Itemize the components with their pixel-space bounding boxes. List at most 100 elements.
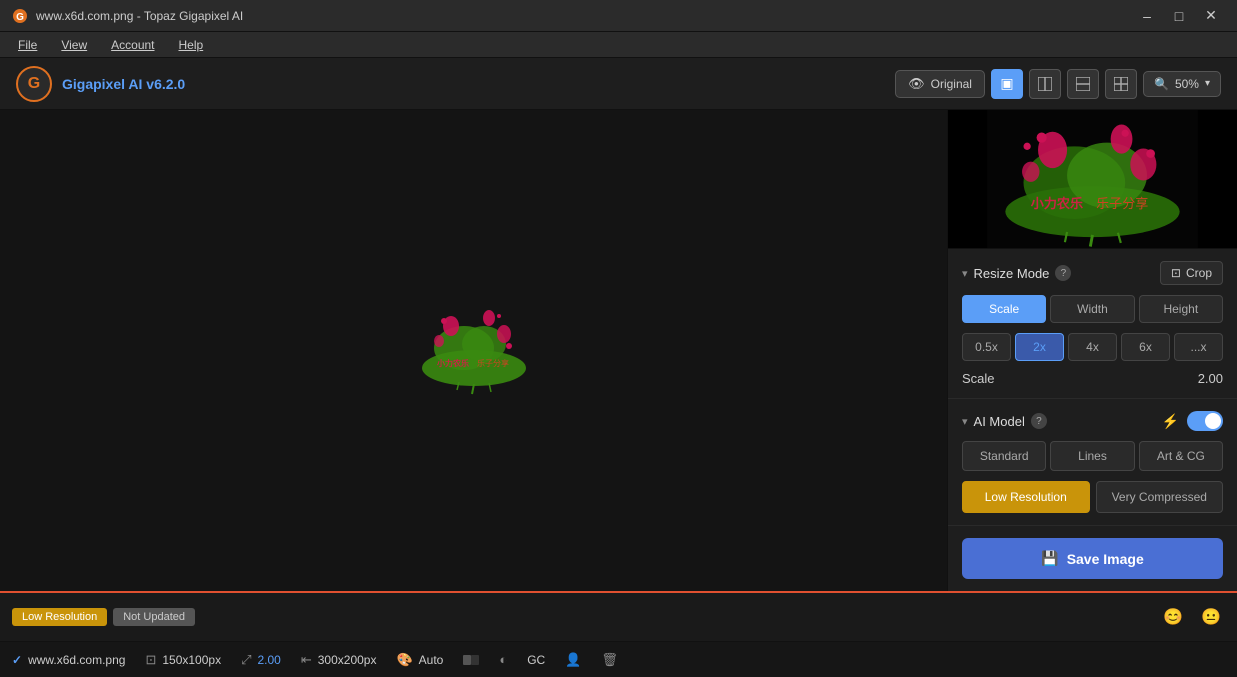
menu-view[interactable]: View xyxy=(51,36,97,54)
split-h-icon xyxy=(1076,77,1090,91)
brightness-item: ◐ xyxy=(499,652,507,667)
palette-icon xyxy=(463,652,479,668)
scale-4x-button[interactable]: 4x xyxy=(1068,333,1117,361)
lightning-icon: ⚡ xyxy=(1162,413,1179,430)
model-standard-button[interactable]: Standard xyxy=(962,441,1046,471)
zoom-icon: 🔍 xyxy=(1154,77,1169,91)
ai-model-help-badge[interactable]: ? xyxy=(1031,413,1047,429)
view-split-h-button[interactable] xyxy=(1067,69,1099,99)
split-v-icon xyxy=(1038,77,1052,91)
crop-button[interactable]: ⊡ Crop xyxy=(1160,261,1223,285)
check-icon: ✓ xyxy=(12,653,22,667)
scale-6x-button[interactable]: 6x xyxy=(1121,333,1170,361)
original-button[interactable]: 👁 Original xyxy=(895,70,985,98)
status-tags: Low Resolution Not Updated xyxy=(12,608,195,626)
minimize-button[interactable]: – xyxy=(1133,6,1161,26)
app-icon: G xyxy=(12,8,28,24)
maximize-button[interactable]: □ xyxy=(1165,6,1193,26)
save-icon: 💾 xyxy=(1041,550,1058,567)
ai-model-chevron-icon: ▾ xyxy=(962,415,968,428)
toggle-knob xyxy=(1205,413,1221,429)
scale-0-5x-button[interactable]: 0.5x xyxy=(962,333,1011,361)
resize-mode-title: Resize Mode xyxy=(974,266,1050,281)
menu-account[interactable]: Account xyxy=(101,36,164,54)
scale-icon: ⤢ xyxy=(241,652,251,668)
trash-icon[interactable]: 🗑 xyxy=(601,652,618,668)
zoom-control[interactable]: 🔍 50% ▾ xyxy=(1143,71,1221,97)
user-item: 👤 xyxy=(565,652,581,668)
svg-text:G: G xyxy=(16,12,24,23)
very-compressed-button[interactable]: Very Compressed xyxy=(1096,481,1224,513)
scale-field-value: 2.00 xyxy=(1198,371,1223,386)
scale-value-display: 2.00 xyxy=(257,653,280,667)
not-updated-tag: Not Updated xyxy=(113,608,195,626)
scale-item: ⤢ 2.00 xyxy=(241,652,281,668)
zoom-chevron-icon: ▾ xyxy=(1205,78,1210,89)
window-controls: – □ ✕ xyxy=(1133,6,1225,26)
output-size-item: ⇤ 300x200px xyxy=(301,652,377,668)
app-layout: G Gigapixel AI v6.2.0 👁 Original ▣ 🔍 xyxy=(0,58,1237,677)
ai-model-header: ▾ AI Model ? ⚡ xyxy=(962,411,1223,431)
menu-file[interactable]: File xyxy=(8,36,47,54)
title-bar: G www.x6d.com.png - Topaz Gigapixel AI –… xyxy=(0,0,1237,32)
resize-tab-group: Scale Width Height xyxy=(962,295,1223,323)
window-title: www.x6d.com.png - Topaz Gigapixel AI xyxy=(36,9,243,23)
ai-model-title: AI Model xyxy=(974,414,1025,429)
happy-emoji-button[interactable]: 😊 xyxy=(1159,603,1187,631)
scale-tab[interactable]: Scale xyxy=(962,295,1046,323)
model-lines-button[interactable]: Lines xyxy=(1050,441,1134,471)
view-single-button[interactable]: ▣ xyxy=(991,69,1023,99)
save-image-button[interactable]: 💾 Save Image xyxy=(962,538,1223,579)
low-resolution-tag: Low Resolution xyxy=(12,608,107,626)
canvas-area[interactable]: 小力农乐 乐子分享 xyxy=(0,110,947,591)
svg-text:乐子分享: 乐子分享 xyxy=(477,358,509,368)
menu-help[interactable]: Help xyxy=(169,36,214,54)
scale-2x-button[interactable]: 2x xyxy=(1015,333,1064,361)
input-size-value: 150x100px xyxy=(162,653,221,667)
quad-icon xyxy=(1114,77,1128,91)
preview-image-area: 小力农乐 乐子分享 xyxy=(948,110,1237,249)
right-panel: 小力农乐 乐子分享 ▾ Resize Mode ? ⊡ Crop xyxy=(947,110,1237,591)
width-tab[interactable]: Width xyxy=(1050,295,1134,323)
save-btn-area: 💾 Save Image xyxy=(948,526,1237,591)
user-icon: 👤 xyxy=(565,652,581,668)
height-tab[interactable]: Height xyxy=(1139,295,1223,323)
eye-icon: 👁 xyxy=(908,76,925,92)
ai-model-section: ▾ AI Model ? ⚡ Standard Lines Ar xyxy=(948,399,1237,526)
main-content: 小力农乐 乐子分享 xyxy=(0,110,1237,591)
status-bar: Low Resolution Not Updated 😊 😐 xyxy=(0,591,1237,641)
svg-text:小力农乐: 小力农乐 xyxy=(436,358,469,368)
view-controls: 👁 Original ▣ 🔍 50% ▾ xyxy=(895,69,1221,99)
filename-label: www.x6d.com.png xyxy=(28,653,125,667)
close-button[interactable]: ✕ xyxy=(1197,6,1225,26)
svg-text:小力农乐: 小力农乐 xyxy=(1030,196,1083,211)
logo-area: G Gigapixel AI v6.2.0 xyxy=(16,66,185,102)
file-info-bar: ✓ www.x6d.com.png ⊡ 150x100px ⤢ 2.00 ⇤ 3… xyxy=(0,641,1237,677)
ai-model-toggle[interactable] xyxy=(1187,411,1223,431)
scale-custom-button[interactable]: ...x xyxy=(1174,333,1223,361)
logo-icon: G xyxy=(16,66,52,102)
scale-value-row: Scale 2.00 xyxy=(962,371,1223,386)
quality-group: Low Resolution Very Compressed xyxy=(962,481,1223,513)
low-resolution-button[interactable]: Low Resolution xyxy=(962,481,1090,513)
image-preview: 小力农乐 乐子分享 xyxy=(409,296,539,406)
resize-mode-section: ▾ Resize Mode ? ⊡ Crop Scale Width Heigh… xyxy=(948,249,1237,399)
gc-item: GC xyxy=(527,653,545,667)
auto-item: 🎨 Auto xyxy=(396,652,443,668)
resize-chevron-icon: ▾ xyxy=(962,267,968,280)
input-size-item: ⊡ 150x100px xyxy=(145,652,221,668)
output-size-icon: ⇤ xyxy=(301,652,312,668)
view-split-v-button[interactable] xyxy=(1029,69,1061,99)
brightness-icon: ◐ xyxy=(499,652,507,667)
input-size-icon: ⊡ xyxy=(145,652,156,668)
view-quad-button[interactable] xyxy=(1105,69,1137,99)
color-icon: 🎨 xyxy=(396,652,412,668)
output-size-value: 300x200px xyxy=(318,653,377,667)
app-title: Gigapixel AI v6.2.0 xyxy=(62,76,185,92)
resize-help-badge[interactable]: ? xyxy=(1055,265,1071,281)
neutral-emoji-button[interactable]: 😐 xyxy=(1197,603,1225,631)
model-art-cg-button[interactable]: Art & CG xyxy=(1139,441,1223,471)
resize-mode-title-row: ▾ Resize Mode ? xyxy=(962,265,1071,281)
title-bar-title: G www.x6d.com.png - Topaz Gigapixel AI xyxy=(12,8,243,24)
trash-item[interactable]: 🗑 xyxy=(601,652,618,668)
